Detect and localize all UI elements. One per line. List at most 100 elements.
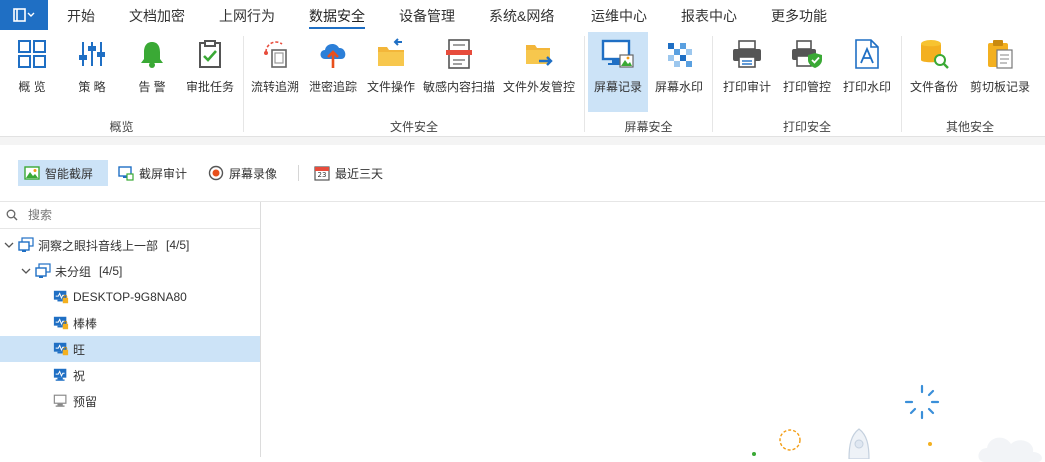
menu-report-center[interactable]: 报表中心 bbox=[681, 0, 737, 32]
online-computer-locked-icon bbox=[53, 315, 69, 331]
print-control-button-label: 打印管控 bbox=[782, 80, 831, 94]
tree-root-node[interactable]: 洞察之眼抖音线上一部 [4/5] bbox=[0, 232, 260, 258]
loading-spinner-icon bbox=[904, 384, 940, 420]
computer-group-icon bbox=[18, 237, 34, 253]
policy-button-label: 策 略 bbox=[78, 80, 106, 94]
tree-search-input[interactable] bbox=[26, 207, 250, 223]
menu-ops-center[interactable]: 运维中心 bbox=[591, 0, 647, 32]
calendar-day: 23 bbox=[317, 171, 327, 179]
menu-start[interactable]: 开始 bbox=[67, 0, 95, 32]
grid-icon bbox=[18, 40, 46, 68]
print-control-button[interactable]: 打印管控 bbox=[779, 32, 835, 112]
approval-task-button-label: 审批任务 bbox=[185, 80, 234, 94]
group-label-screen-security: 屏幕安全 bbox=[624, 120, 673, 134]
screen-recording-label: 屏幕录像 bbox=[229, 166, 278, 181]
tree-device-label: 祝 bbox=[73, 368, 86, 383]
print-audit-button-label: 打印审计 bbox=[722, 80, 771, 94]
clipboard-check-icon bbox=[199, 40, 221, 68]
tree-device-node[interactable]: 祝 bbox=[0, 362, 260, 388]
flow-trace-button[interactable]: 流转追溯 bbox=[248, 32, 302, 112]
device-tree-panel: 洞察之眼抖音线上一部 [4/5] 未分组 [4/5] DES bbox=[0, 202, 261, 457]
screen-record-button[interactable]: 屏幕记录 bbox=[588, 32, 648, 112]
capture-audit-label: 截屏审计 bbox=[139, 166, 188, 181]
menu-doc-encryption[interactable]: 文档加密 bbox=[129, 0, 185, 32]
printer-icon bbox=[733, 40, 761, 68]
tree-root-label: 洞察之眼抖音线上一部 bbox=[38, 238, 159, 253]
file-outgoing-control-button-label: 文件外发管控 bbox=[502, 80, 575, 94]
file-backup-button[interactable]: 文件备份 bbox=[906, 32, 962, 112]
bell-icon bbox=[141, 42, 163, 68]
policy-button[interactable]: 策 略 bbox=[66, 32, 118, 112]
tree-group-node[interactable]: 未分组 [4/5] bbox=[0, 258, 260, 284]
menu-data-security[interactable]: 数据安全 bbox=[309, 0, 365, 32]
sliders-icon bbox=[79, 42, 105, 66]
tree-device-node[interactable]: 旺 bbox=[0, 336, 260, 362]
flow-trace-button-label: 流转追溯 bbox=[250, 80, 299, 94]
overview-button[interactable]: 概 览 bbox=[6, 32, 58, 112]
ribbon-spacer bbox=[0, 137, 1045, 145]
capture-audit-button[interactable]: 截屏审计 bbox=[112, 160, 196, 186]
leak-tracking-button[interactable]: 泄密追踪 bbox=[306, 32, 360, 112]
approval-task-button[interactable]: 审批任务 bbox=[182, 32, 238, 112]
cloud-illustration-icon bbox=[978, 437, 1042, 462]
group-label-overview: 概览 bbox=[109, 120, 134, 134]
decorative-dashed-circle-icon bbox=[779, 429, 801, 451]
tree-device-label: 旺 bbox=[73, 342, 86, 357]
tree-group-label: 未分组 bbox=[55, 264, 92, 279]
image-icon bbox=[24, 166, 40, 180]
tree-group-count: [4/5] bbox=[99, 264, 123, 278]
app-menu-button[interactable] bbox=[0, 0, 48, 30]
tree-device-label: 预留 bbox=[73, 394, 98, 409]
file-outgoing-control-button[interactable]: 文件外发管控 bbox=[501, 32, 577, 112]
alert-button[interactable]: 告 警 bbox=[126, 32, 178, 112]
tree-device-node[interactable]: 预留 bbox=[0, 388, 260, 414]
file-backup-button-label: 文件备份 bbox=[909, 80, 958, 94]
database-search-icon bbox=[921, 40, 949, 69]
screen-recording-button[interactable]: 屏幕录像 bbox=[202, 160, 286, 186]
smart-capture-button[interactable]: 智能截屏 bbox=[18, 160, 108, 186]
sensitive-scan-button[interactable]: 敏感内容扫描 bbox=[421, 32, 497, 112]
date-range-label: 最近三天 bbox=[335, 166, 384, 181]
monitor-image-icon bbox=[601, 39, 634, 68]
document-a-icon bbox=[855, 39, 879, 69]
smart-capture-label: 智能截屏 bbox=[45, 166, 94, 181]
sensitive-scan-button-label: 敏感内容扫描 bbox=[422, 80, 495, 94]
group-label-file-security: 文件安全 bbox=[389, 120, 438, 134]
file-trace-icon bbox=[264, 41, 287, 68]
record-icon bbox=[208, 165, 224, 181]
print-watermark-button[interactable]: 打印水印 bbox=[839, 32, 895, 112]
online-computer-locked-icon bbox=[53, 289, 69, 305]
tree-device-node[interactable]: 棒棒 bbox=[0, 310, 260, 336]
folder-send-icon bbox=[526, 45, 553, 66]
calendar-icon: 23 bbox=[314, 165, 330, 181]
document-scan-icon bbox=[446, 39, 472, 69]
tree-root-count: [4/5] bbox=[166, 238, 190, 252]
screen-toolbar: 智能截屏 截屏审计 屏幕录像 23 最近三天 bbox=[0, 145, 1045, 202]
clipboard-record-button-label: 剪切板记录 bbox=[969, 80, 1030, 94]
print-audit-button[interactable]: 打印审计 bbox=[719, 32, 775, 112]
overview-button-label: 概 览 bbox=[18, 80, 46, 94]
file-operation-button[interactable]: 文件操作 bbox=[364, 32, 418, 112]
chevron-down-icon[interactable] bbox=[20, 265, 32, 277]
screen-watermark-button-label: 屏幕水印 bbox=[654, 80, 703, 94]
tree-device-node[interactable]: DESKTOP-9G8NA80 bbox=[0, 284, 260, 310]
decorative-dot bbox=[752, 452, 756, 456]
menu-web-behavior[interactable]: 上网行为 bbox=[219, 0, 275, 32]
date-range-button[interactable]: 23 最近三天 bbox=[308, 160, 392, 186]
cloud-upload-icon bbox=[320, 44, 346, 68]
folder-icon bbox=[378, 38, 404, 66]
printer-shield-icon bbox=[792, 40, 822, 68]
menu-more-features[interactable]: 更多功能 bbox=[771, 0, 827, 32]
clipboard-icon bbox=[988, 40, 1013, 69]
screen-watermark-button[interactable]: 屏幕水印 bbox=[650, 32, 708, 112]
tree-device-label: DESKTOP-9G8NA80 bbox=[73, 290, 187, 304]
screen-content-area bbox=[261, 202, 1045, 462]
menu-system-network[interactable]: 系统&网络 bbox=[489, 0, 554, 32]
tree-device-label: 棒棒 bbox=[73, 316, 98, 331]
print-watermark-button-label: 打印水印 bbox=[842, 80, 891, 94]
group-label-print-security: 打印安全 bbox=[782, 120, 831, 134]
clipboard-record-button[interactable]: 剪切板记录 bbox=[966, 32, 1034, 112]
menu-bar: 开始 文档加密 上网行为 数据安全 设备管理 系统&网络 运维中心 报表中心 更… bbox=[0, 0, 1045, 32]
menu-device-management[interactable]: 设备管理 bbox=[399, 0, 455, 32]
chevron-down-icon[interactable] bbox=[3, 239, 15, 251]
